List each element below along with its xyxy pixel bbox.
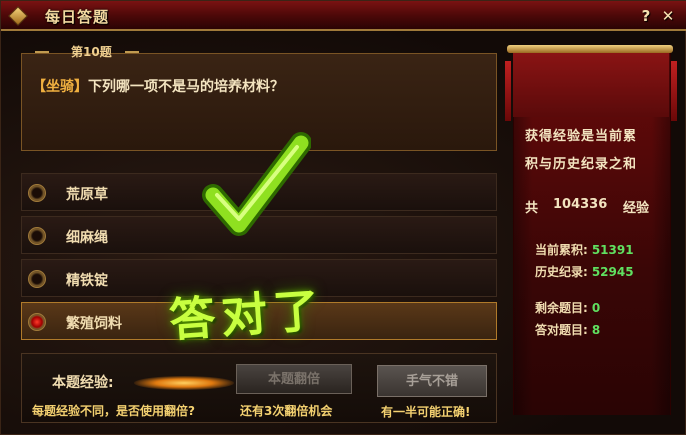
header-ornament-right-icon	[125, 51, 139, 53]
title-ornament-icon	[8, 6, 28, 26]
double-chances-text: 还有3次翻倍机会	[240, 404, 333, 418]
daily-quiz-window: 每日答题 ? ✕ 【坐骑】下列哪一项不是马的培养材料？ 第10题 荒原草 细麻绳…	[0, 0, 686, 435]
check-mark-icon	[202, 132, 311, 236]
question-text: 【坐骑】下列哪一项不是马的培养材料？	[32, 76, 284, 96]
exp-label: 本题经验:	[52, 375, 114, 391]
radio-icon[interactable]	[28, 227, 46, 245]
tassel-left-icon	[505, 61, 511, 121]
banner-drape	[513, 53, 669, 117]
stat-label: 当前累积:	[535, 243, 588, 257]
total-exp-unit: 经验	[623, 201, 650, 216]
double-hint-text: 每题经验不同，是否使用翻倍?	[32, 404, 195, 418]
close-button[interactable]: ✕	[659, 7, 677, 25]
radio-icon[interactable]	[28, 184, 46, 202]
correct-answer-banner: 答对了	[167, 282, 327, 348]
lucky-guess-button[interactable]: 手气不错	[377, 365, 487, 397]
stat-value: 8	[591, 323, 601, 337]
stat-label: 剩余题目:	[535, 301, 588, 315]
double-exp-button[interactable]: 本题翻倍	[236, 364, 352, 394]
tassel-right-icon	[671, 61, 677, 121]
stat-label: 答对题目:	[535, 323, 588, 337]
rule-text-line1: 获得经验是当前累	[525, 129, 638, 144]
option-label: 细麻绳	[66, 230, 108, 246]
stat-value: 0	[591, 301, 601, 315]
question-header: 第10题	[21, 41, 497, 63]
exp-glow-icon	[134, 376, 234, 390]
history-record: 历史纪录: 52945	[535, 263, 634, 280]
lucky-guess-hint: 有一半可能正确!	[381, 405, 471, 419]
radio-icon[interactable]	[28, 270, 46, 288]
help-button[interactable]: ?	[637, 7, 655, 25]
correct-questions: 答对题目: 8	[535, 321, 600, 338]
header-ornament-left-icon	[35, 51, 49, 53]
stat-value: 52945	[591, 265, 634, 279]
title-bar: 每日答题 ? ✕	[1, 1, 686, 31]
option-label: 精铁锭	[66, 273, 108, 289]
option-label: 荒原草	[66, 187, 108, 203]
total-prefix: 共	[525, 201, 539, 216]
remaining-questions: 剩余题目: 0	[535, 299, 600, 316]
question-number: 第10题	[71, 45, 112, 59]
total-exp: 共 104336 经验	[525, 197, 665, 216]
current-accumulated: 当前累积: 51391	[535, 241, 634, 258]
stat-label: 历史纪录:	[535, 265, 588, 279]
total-exp-value: 104336	[553, 197, 608, 212]
rule-text-line2: 积与历史纪录之和	[525, 157, 638, 172]
radio-selected-icon[interactable]	[28, 313, 46, 331]
option-label: 繁殖饲料	[66, 316, 122, 332]
banner-rod-icon	[507, 45, 673, 53]
window-title: 每日答题	[45, 8, 110, 26]
question-category: 【坐骑】	[32, 79, 88, 95]
stat-value: 51391	[591, 243, 634, 257]
question-body: 下列哪一项不是马的培养材料？	[88, 79, 284, 95]
